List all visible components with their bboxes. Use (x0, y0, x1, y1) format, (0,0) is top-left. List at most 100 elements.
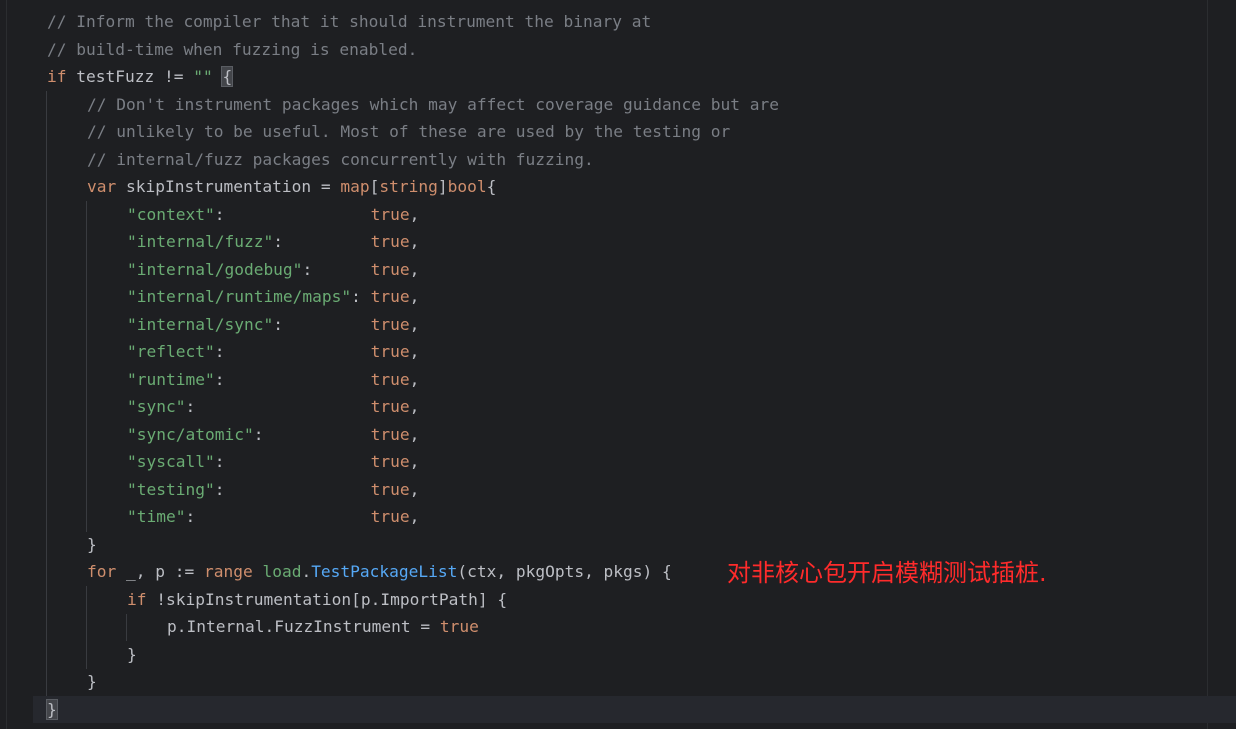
code-token: , (409, 314, 420, 334)
annotation-text: 对非核心包开启模糊测试插桩. (727, 559, 1047, 587)
code-token: // unlikely to be useful. Most of these … (87, 122, 731, 141)
code-token: true (370, 397, 410, 416)
indent-guide (126, 614, 127, 641)
code-token: true (370, 369, 410, 389)
code-token: { (486, 177, 497, 196)
code-token: !skipInstrumentation[p.ImportPath] { (146, 589, 508, 609)
code-line[interactable]: "syscall": true, (127, 448, 419, 475)
code-token: "internal/runtime/maps" (127, 287, 352, 306)
code-line[interactable]: "internal/sync": true, (127, 311, 419, 338)
code-line[interactable]: "testing": true, (127, 476, 419, 503)
code-token: true (370, 424, 410, 444)
code-token: "sync" (127, 397, 186, 416)
code-token: : (273, 232, 371, 251)
code-token: TestPackageList (311, 562, 458, 581)
code-line[interactable]: p.Internal.FuzzInstrument = true (167, 613, 479, 640)
code-token: "runtime" (127, 369, 215, 389)
code-token: , (409, 507, 420, 526)
code-line[interactable]: for _, p := range load.TestPackageList(c… (87, 558, 672, 585)
code-token: : (185, 397, 371, 416)
code-line[interactable]: // build-time when fuzzing is enabled. (47, 36, 417, 63)
code-token: , (409, 369, 420, 389)
code-token: : (214, 479, 371, 499)
code-token: skipInstrumentation = (116, 177, 341, 196)
code-line[interactable]: // internal/fuzz packages concurrently w… (87, 146, 594, 173)
code-line[interactable]: "internal/godebug": true, (127, 256, 419, 283)
code-line[interactable]: // unlikely to be useful. Most of these … (87, 118, 730, 145)
code-line[interactable]: "internal/runtime/maps": true, (127, 283, 419, 310)
code-token: , (409, 479, 420, 499)
code-token: "internal/godebug" (127, 259, 303, 279)
code-line[interactable]: "reflect": true, (127, 338, 419, 365)
code-token: "sync/atomic" (127, 424, 254, 444)
code-line[interactable]: "context": true, (127, 201, 419, 228)
code-token: } (87, 672, 97, 691)
code-line[interactable]: if testFuzz != "" { (47, 63, 234, 90)
code-token: true (370, 507, 410, 526)
code-line[interactable]: // Don't instrument packages which may a… (87, 91, 779, 118)
code-token: // build-time when fuzzing is enabled. (47, 39, 418, 59)
code-token: true (370, 204, 410, 224)
code-line[interactable]: "sync/atomic": true, (127, 421, 419, 448)
code-token: true (370, 314, 410, 334)
code-token: : (273, 314, 371, 334)
code-token: load (262, 562, 302, 581)
code-token: string (379, 177, 438, 196)
code-token: true (370, 259, 410, 279)
code-line[interactable]: if !skipInstrumentation[p.ImportPath] { (127, 586, 507, 613)
code-token: true (370, 232, 410, 251)
code-token: { (221, 66, 234, 87)
code-token: : (214, 452, 371, 471)
code-line[interactable]: var skipInstrumentation = map[string]boo… (87, 173, 496, 200)
code-token: map (340, 177, 370, 196)
code-token: range (203, 562, 253, 581)
code-token: } (127, 644, 137, 664)
code-token: , (409, 342, 420, 361)
code-token: "internal/sync" (127, 314, 274, 334)
code-token: ] (437, 177, 448, 196)
code-line[interactable]: "time": true, (127, 503, 419, 530)
code-line[interactable]: } (87, 668, 97, 695)
code-token: "context" (127, 204, 215, 224)
code-token: "syscall" (127, 452, 215, 471)
code-token: p.Internal.FuzzInstrument = (167, 617, 440, 636)
code-token: : (214, 342, 371, 361)
code-token: "testing" (127, 479, 215, 499)
code-token: bool (447, 177, 487, 196)
code-token: } (46, 698, 58, 720)
code-line[interactable]: "internal/fuzz": true, (127, 228, 419, 255)
code-token: "internal/fuzz" (127, 232, 274, 251)
code-token: true (370, 342, 410, 361)
code-line[interactable]: // Inform the compiler that it should in… (47, 8, 651, 35)
editor-gutter (0, 0, 7, 729)
current-line-highlight (33, 696, 1236, 723)
code-token: // Don't instrument packages which may a… (87, 94, 779, 114)
code-line[interactable]: } (46, 696, 58, 723)
code-token: : (214, 204, 371, 224)
code-token: true (370, 452, 410, 471)
code-token: // Inform the compiler that it should in… (47, 12, 652, 31)
right-margin-guide (1207, 0, 1208, 729)
code-token: , (409, 287, 420, 306)
code-token: : (302, 259, 371, 279)
code-token: : (185, 507, 371, 526)
code-token: true (439, 617, 479, 636)
code-token: , (409, 452, 420, 471)
code-token: true (370, 479, 410, 499)
code-token: // internal/fuzz packages concurrently w… (87, 149, 594, 169)
code-token: } (87, 534, 97, 554)
code-token: true (370, 287, 410, 306)
code-token: [ (369, 177, 380, 196)
code-line[interactable]: } (87, 531, 97, 558)
code-token: "" (193, 67, 213, 86)
code-token: , (409, 259, 420, 279)
code-line[interactable]: "sync": true, (127, 393, 419, 420)
code-token: : (253, 424, 371, 444)
indent-guide (86, 201, 87, 532)
code-line[interactable]: "runtime": true, (127, 366, 419, 393)
code-line[interactable]: } (127, 641, 137, 668)
code-editor[interactable]: // Inform the compiler that it should in… (0, 0, 1236, 729)
code-token: if (47, 67, 67, 86)
